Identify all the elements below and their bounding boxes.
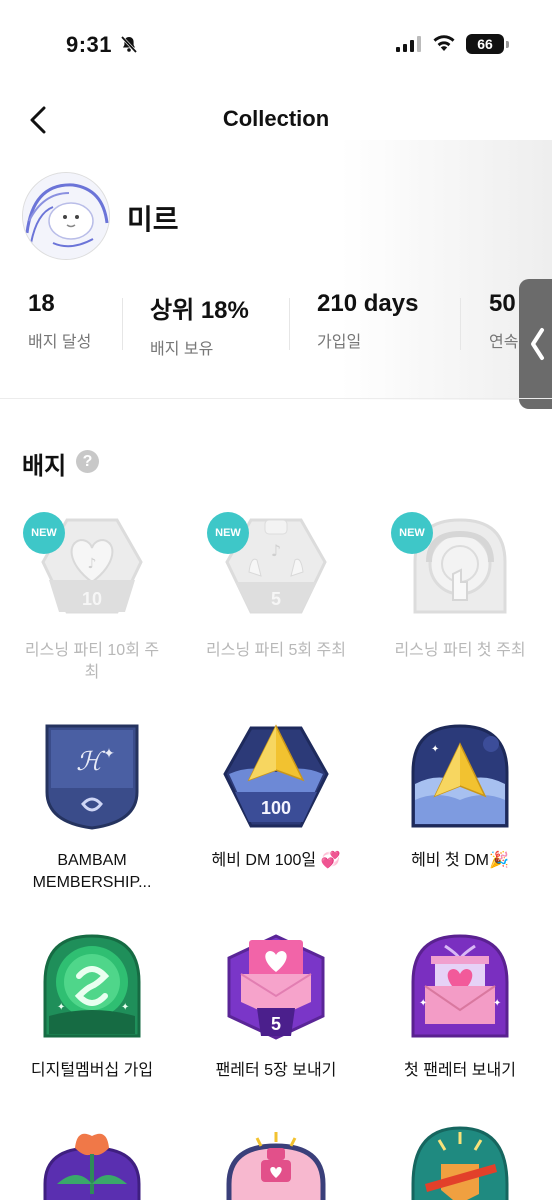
avatar: [22, 172, 110, 260]
badge-listening-party-first[interactable]: NEW 리스닝 파티 첫 주최: [368, 512, 552, 662]
badge-art: ✦ ✦: [37, 932, 147, 1042]
status-time: 9:31: [66, 32, 113, 57]
badge-digital-membership[interactable]: ✦ ✦ 디지털멤버십 가입: [0, 932, 184, 1082]
badge-art: [221, 1124, 331, 1200]
svg-text:♪: ♪: [88, 556, 97, 572]
badge-label: 리스닝 파티 10회 주최: [24, 642, 160, 681]
badge-label: 헤비 첫 DM🎉: [411, 852, 509, 869]
badge-art: NEW ♪ 10: [23, 512, 147, 622]
badge-heavy-first-dm[interactable]: ✦ 헤비 첫 DM🎉: [368, 722, 552, 872]
badge-art: [37, 1124, 147, 1200]
svg-text:10: 10: [82, 589, 102, 609]
new-tag: NEW: [391, 512, 433, 554]
svg-text:✦: ✦: [431, 744, 439, 755]
stat-join-days: 210 days 가입일: [317, 290, 418, 360]
fanletter-5-badge-icon: 5: [227, 934, 325, 1040]
wifi-icon: [433, 35, 455, 51]
svg-text:ℋ: ℋ: [76, 747, 106, 777]
signal-icon: [396, 36, 421, 52]
new-tag: NEW: [207, 512, 249, 554]
new-tag: NEW: [23, 512, 65, 554]
badge-label: 리스닝 파티 첫 주최: [394, 642, 526, 659]
stat-divider: [122, 298, 123, 350]
badge-listening-party-10[interactable]: NEW ♪ 10 리스닝 파티 10회 주최: [0, 512, 184, 684]
profile-name: 미르: [127, 204, 179, 235]
badge-art: NEW: [391, 512, 515, 622]
stat-label: 배지 보유: [150, 341, 214, 358]
stat-divider: [289, 298, 290, 350]
stats-row: 18 배지 달성 상위 18% 배지 보유 210 days 가입일 50 연속: [0, 290, 552, 360]
svg-text:✦: ✦: [103, 746, 115, 762]
status-bar: 9:31 66: [0, 0, 552, 90]
heavy-dm-100-badge-icon: 100: [223, 724, 329, 828]
badge-heavy-dm-100[interactable]: 100 헤비 DM 100일 💞: [184, 722, 368, 872]
stat-badge-rank: 상위 18% 배지 보유: [150, 290, 249, 360]
svg-text:5: 5: [271, 589, 281, 609]
stat-label: 가입일: [317, 334, 362, 351]
badge-row4-1[interactable]: [0, 1124, 184, 1200]
battery-indicator: 66: [466, 34, 509, 54]
digital-membership-badge-icon: ✦ ✦: [43, 934, 141, 1038]
badge-art: [405, 1124, 515, 1200]
svg-text:✦: ✦: [419, 998, 427, 1009]
stat-value: 18: [28, 290, 55, 317]
badge-row4-2[interactable]: [184, 1124, 368, 1200]
membership-shield-badge-icon: ℋ ✦: [45, 724, 139, 830]
svg-text:100: 100: [261, 798, 291, 818]
robot-badge-icon: [226, 1132, 326, 1200]
svg-text:✦: ✦: [493, 998, 501, 1009]
stat-label: 배지 달성: [28, 334, 92, 351]
section-divider: [0, 398, 552, 399]
badge-listening-party-5[interactable]: NEW ♪ 5 리스닝 파티 5회 주최: [184, 512, 368, 662]
badge-label: 헤비 DM 100일 💞: [211, 852, 341, 869]
badge-fanletter-5[interactable]: 5 팬레터 5장 보내기: [184, 932, 368, 1082]
badge-art: 100: [221, 722, 331, 832]
stat-value: 210 days: [317, 290, 419, 317]
badges-section-title: 배지: [22, 453, 67, 480]
badge-first-fanletter[interactable]: ✦ ✦ 첫 팬레터 보내기: [368, 932, 552, 1082]
badge-label: 리스닝 파티 5회 주최: [206, 642, 346, 659]
badge-label: 팬레터 5장 보내기: [215, 1062, 337, 1079]
help-icon[interactable]: ?: [76, 450, 99, 473]
first-fanletter-badge-icon: ✦ ✦: [411, 934, 509, 1038]
page-title: Collection: [222, 106, 330, 131]
svg-text:✦: ✦: [121, 1002, 129, 1013]
stat-divider: [460, 298, 461, 350]
bell-muted-icon: [120, 35, 138, 53]
badge-art: ℋ ✦: [37, 722, 147, 832]
badge-art: ✦ ✦: [405, 932, 515, 1042]
badge-art: ✦: [405, 722, 515, 832]
badge-art: NEW ♪ 5: [207, 512, 331, 622]
chevron-left-icon: [531, 328, 544, 360]
nav-header: Collection: [0, 92, 552, 148]
raised-fist-badge-icon: [411, 1126, 509, 1200]
stat-badges-achieved: 18 배지 달성: [28, 290, 91, 360]
avatar-illustration: [23, 173, 109, 259]
badge-bambam-membership[interactable]: ℋ ✦ BAMBAM MEMBERSHIP...: [0, 722, 184, 894]
heavy-first-dm-badge-icon: ✦: [411, 724, 509, 828]
badge-label: BAMBAM MEMBERSHIP...: [32, 852, 152, 891]
svg-text:♪: ♪: [271, 541, 281, 560]
flower-badge-icon: [43, 1133, 141, 1200]
badge-art: 5: [221, 932, 331, 1042]
badge-label: 첫 팬레터 보내기: [404, 1062, 516, 1079]
side-panel-handle[interactable]: [519, 279, 552, 409]
badge-row4-3[interactable]: [368, 1124, 552, 1200]
badge-label: 디지털멤버십 가입: [30, 1062, 154, 1079]
stat-value: 상위 18%: [150, 297, 249, 324]
svg-text:✦: ✦: [57, 1002, 65, 1013]
svg-text:5: 5: [271, 1014, 281, 1034]
